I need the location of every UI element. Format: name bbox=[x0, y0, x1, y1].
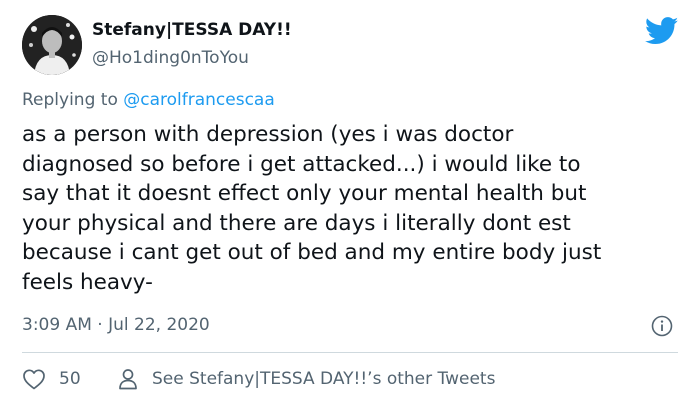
author-handle[interactable]: @Ho1ding0nToYou bbox=[92, 48, 249, 68]
tweet-timestamp-link[interactable]: 3:09 AM · Jul 22, 2020 bbox=[22, 315, 210, 335]
see-other-tweets-link[interactable]: See Stefany|TESSA DAY!!’s other Tweets bbox=[118, 367, 495, 391]
divider bbox=[22, 352, 678, 353]
replying-to: Replying to @carolfrancescaa bbox=[22, 90, 275, 110]
tweet-text-line: diagnosed so before i get attacked...) i… bbox=[22, 151, 581, 177]
author-display-name[interactable]: Stefany|TESSA DAY!! bbox=[92, 20, 292, 40]
tweet-text-line: because i cant get out of bed and my ent… bbox=[22, 240, 602, 266]
twitter-bird-icon[interactable] bbox=[644, 17, 679, 45]
like-count: 50 bbox=[59, 369, 81, 389]
info-icon[interactable] bbox=[651, 315, 673, 337]
tweet-text-line: feels heavy- bbox=[22, 269, 153, 295]
tweet-text-line: say that it doesnt effect only your ment… bbox=[22, 181, 587, 207]
tweet-text: as a person with depression (yes i was d… bbox=[22, 120, 687, 298]
tweet-text-line: your physical and there are days i liter… bbox=[22, 210, 571, 236]
tweet-card: Stefany|TESSA DAY!! @Ho1ding0nToYou Repl… bbox=[0, 0, 700, 406]
replying-to-prefix: Replying to bbox=[22, 90, 124, 110]
see-other-tweets-label: See Stefany|TESSA DAY!!’s other Tweets bbox=[152, 369, 496, 389]
heart-icon bbox=[23, 369, 45, 390]
avatar-image bbox=[22, 15, 82, 75]
person-icon bbox=[119, 369, 137, 390]
like-button[interactable]: 50 bbox=[22, 367, 81, 391]
avatar[interactable] bbox=[22, 15, 82, 75]
replying-to-handle-link[interactable]: @carolfrancescaa bbox=[123, 90, 275, 110]
tweet-text-line: as a person with depression (yes i was d… bbox=[22, 122, 514, 147]
